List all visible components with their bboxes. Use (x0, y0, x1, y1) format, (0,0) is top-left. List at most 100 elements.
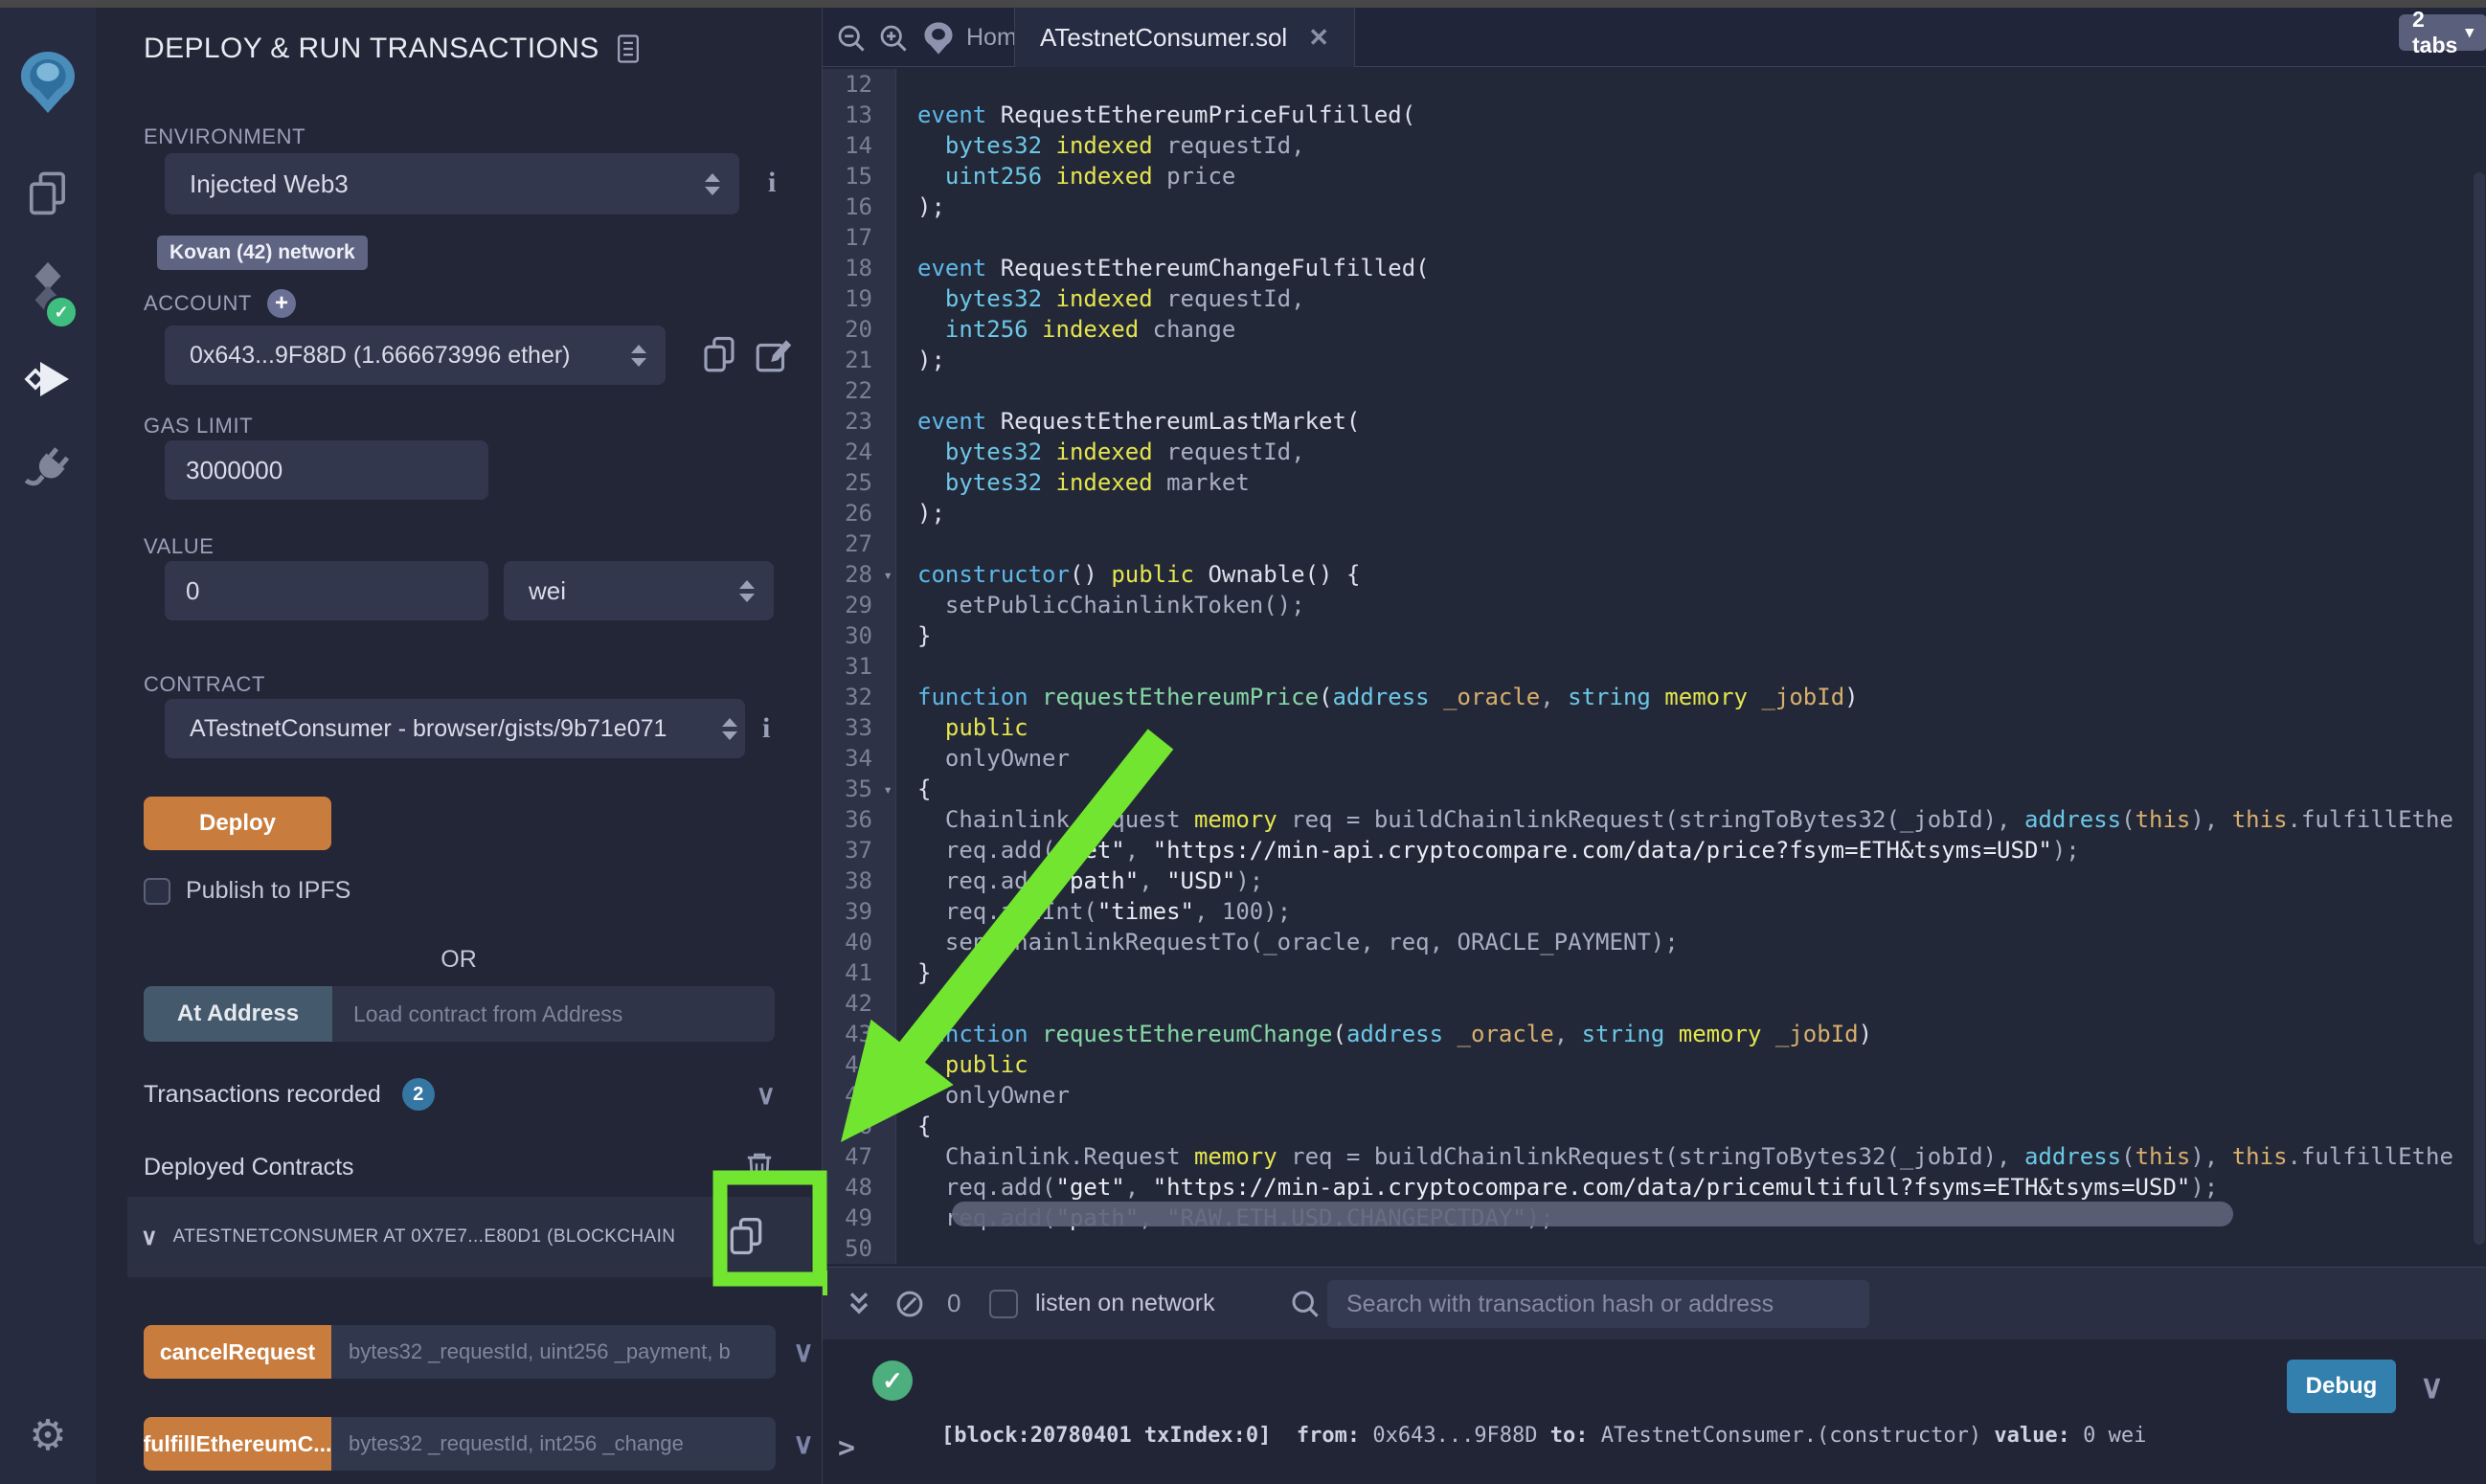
vertical-scrollbar[interactable] (2474, 172, 2485, 1245)
clear-console-icon[interactable] (895, 1290, 924, 1318)
line-number: 41 (823, 957, 896, 988)
remix-logo-icon[interactable] (0, 44, 96, 121)
deployed-contract-item[interactable]: ∨ ATESTNETCONSUMER AT 0X7E7...E80D1 (BLO… (127, 1197, 811, 1277)
home-tab-remix-icon[interactable] (922, 21, 955, 56)
code-line: 26); (823, 498, 2486, 528)
editor-tab-bar: Home ATestnetConsumer.sol ✕ 2 tabs ▾ (823, 8, 2486, 67)
fulfill-params-input[interactable] (331, 1417, 776, 1471)
line-number: 43 (823, 1019, 896, 1049)
close-tab-icon[interactable]: ✕ (1308, 23, 1329, 53)
expand-params-icon[interactable]: ∨ (793, 1428, 814, 1461)
deploy-run-panel: DEPLOY & RUN TRANSACTIONS ENVIRONMENT In… (96, 8, 822, 1484)
copy-contract-address-icon[interactable] (725, 1214, 767, 1260)
file-explorer-icon[interactable] (0, 163, 96, 226)
code-line: 28▾constructor() public Ownable() { (823, 559, 2486, 590)
line-number: 48 (823, 1172, 896, 1203)
line-number: 49 (823, 1203, 896, 1233)
log-line-1: [block:20780401 txIndex:0] from: 0x643..… (941, 1420, 2146, 1452)
code-editor[interactable]: 1213event RequestEthereumPriceFulfilled(… (823, 67, 2486, 1267)
code-line: 21); (823, 345, 2486, 375)
trash-icon[interactable] (743, 1149, 776, 1185)
line-number: 29 (823, 590, 896, 620)
line-number: 30 (823, 620, 896, 651)
network-badge: Kovan (42) network (157, 236, 368, 270)
at-address-button[interactable]: At Address (144, 986, 332, 1042)
line-number: 27 (823, 528, 896, 559)
at-address-input[interactable] (332, 986, 775, 1042)
code-line: 17 (823, 222, 2486, 253)
line-number: 39 (823, 896, 896, 927)
value-unit-select[interactable]: wei (504, 561, 774, 620)
terminal: 0 listen on network ✓ [block:20780401 tx… (823, 1267, 2486, 1484)
chevron-down-icon[interactable]: ∨ (757, 1079, 777, 1111)
edit-account-icon[interactable] (753, 333, 793, 377)
value-unit: wei (529, 576, 730, 606)
gas-limit-input[interactable] (165, 440, 488, 500)
line-number: 47 (823, 1141, 896, 1172)
function-row: cancelRequest ∨ (144, 1325, 814, 1379)
select-arrows-icon (739, 580, 755, 602)
contract-info-icon[interactable]: i (762, 712, 770, 745)
deploy-run-icon[interactable] (0, 350, 96, 408)
line-number: 23 (823, 406, 896, 437)
tab-active-file[interactable]: ATestnetConsumer.sol ✕ (1014, 8, 1355, 67)
caret-down-icon: ▾ (2465, 23, 2474, 42)
cancel-request-params-input[interactable] (331, 1325, 776, 1379)
terminal-resize-handle[interactable] (823, 1270, 827, 1295)
select-arrows-icon (631, 345, 646, 367)
code-line: 44 public (823, 1049, 2486, 1080)
copy-account-icon[interactable] (699, 333, 739, 377)
gas-limit-label: GAS LIMIT (144, 414, 253, 438)
transactions-recorded-row[interactable]: Transactions recorded 2 ∨ (144, 1078, 776, 1111)
search-icon (1290, 1289, 1321, 1319)
line-number: 38 (823, 866, 896, 896)
code-line: 50 (823, 1233, 2486, 1264)
code-line: 25 bytes32 indexed market (823, 467, 2486, 498)
environment-select[interactable]: Injected Web3 (165, 153, 739, 214)
add-account-icon[interactable]: + (267, 289, 296, 318)
value-input[interactable] (165, 561, 488, 620)
expand-params-icon[interactable]: ∨ (793, 1336, 814, 1369)
listen-network-label: listen on network (1035, 1290, 1215, 1317)
fold-marker-icon[interactable]: ▾ (883, 560, 893, 591)
expand-log-icon[interactable]: ∨ (2420, 1368, 2444, 1406)
publish-ipfs-checkbox[interactable] (144, 878, 170, 905)
terminal-search-input[interactable] (1327, 1280, 1869, 1328)
fold-marker-icon[interactable]: ▾ (883, 775, 893, 805)
deploy-button[interactable]: Deploy (144, 797, 331, 850)
transaction-log[interactable]: [block:20780401 txIndex:0] from: 0x643..… (941, 1355, 2146, 1484)
code-line: 36 Chainlink.Request memory req = buildC… (823, 804, 2486, 835)
environment-info-icon[interactable]: i (768, 167, 776, 199)
terminal-prompt[interactable]: > (838, 1431, 855, 1465)
account-select[interactable]: 0x643...9F88D (1.666673996 ether) (165, 326, 666, 385)
code-line: 37 req.add("get", "https://min-api.crypt… (823, 835, 2486, 866)
line-number: 42 (823, 988, 896, 1019)
chevron-down-icon[interactable]: ∨ (141, 1224, 158, 1251)
tabs-count-dropdown[interactable]: 2 tabs ▾ (2399, 14, 2486, 51)
zoom-in-icon[interactable] (878, 23, 909, 54)
expand-terminal-icon[interactable] (844, 1289, 874, 1319)
code-line: 41} (823, 957, 2486, 988)
contract-value: ATestnetConsumer - browser/gists/9b71e07… (190, 715, 720, 743)
deployed-contract-label: ATESTNETCONSUMER AT 0X7E7...E80D1 (BLOCK… (173, 1226, 721, 1248)
account-label: ACCOUNT (144, 291, 252, 316)
line-number: 28▾ (823, 559, 896, 590)
line-number: 34 (823, 743, 896, 774)
code-line: 15 uint256 indexed price (823, 161, 2486, 191)
code-line: 32function requestEthereumPrice(address … (823, 682, 2486, 712)
listen-network-checkbox[interactable] (989, 1290, 1018, 1318)
line-number: 25 (823, 467, 896, 498)
debug-button[interactable]: Debug (2287, 1360, 2396, 1413)
solidity-compiler-icon[interactable]: ✓ (0, 255, 96, 324)
line-number: 24 (823, 437, 896, 467)
contract-select[interactable]: ATestnetConsumer - browser/gists/9b71e07… (165, 699, 745, 758)
horizontal-scrollbar[interactable] (952, 1202, 2233, 1226)
remix-ide-window: ✓ ⚙ DEPLOY & RUN TRANSACTIONS (0, 0, 2486, 1484)
cancel-request-button[interactable]: cancelRequest (144, 1325, 331, 1379)
code-lines: 1213event RequestEthereumPriceFulfilled(… (823, 67, 2486, 1264)
fulfill-ethereum-change-button[interactable]: fulfillEthereumC... (144, 1417, 331, 1471)
settings-gear-icon[interactable]: ⚙ (0, 1407, 96, 1465)
plugin-manager-icon[interactable] (0, 440, 96, 500)
doc-list-icon[interactable] (615, 34, 642, 64)
zoom-out-icon[interactable] (836, 23, 867, 54)
